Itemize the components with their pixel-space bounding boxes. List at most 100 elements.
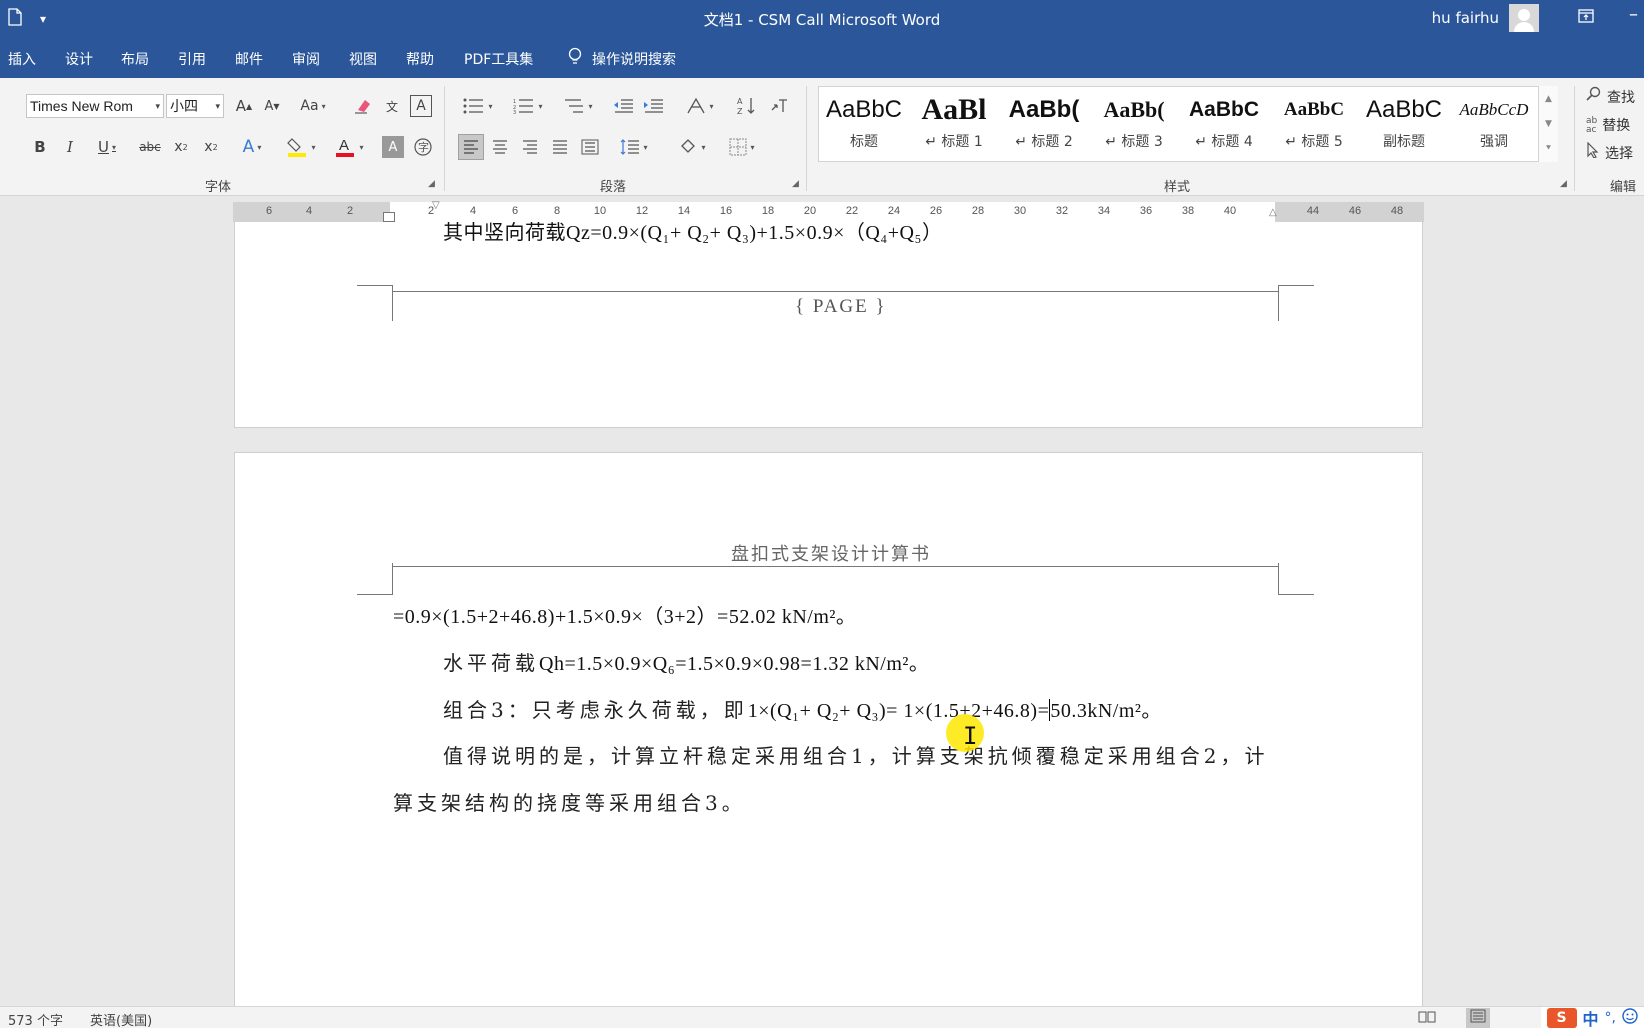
header-title[interactable]: 盘扣式支架设计计算书 [731, 540, 931, 566]
ime-mode[interactable]: 中 [1583, 1006, 1599, 1028]
ime-toolbar[interactable]: S 中 °, [1540, 1006, 1644, 1028]
avatar[interactable] [1509, 4, 1539, 32]
character-border-icon[interactable]: A [410, 95, 432, 117]
style-heading-2[interactable]: AaBb( ↵ 标题 2 [999, 87, 1089, 161]
highlight-color-icon[interactable]: ▾ [282, 136, 320, 158]
language-indicator[interactable]: 英语(美国) [90, 1010, 152, 1028]
decrease-indent-icon[interactable] [612, 95, 634, 117]
first-line-indent-marker[interactable]: ▽ [432, 200, 440, 211]
editing-group: 查找 ab ac 替换 选择 [1586, 84, 1635, 168]
numbering-icon[interactable]: 1 2 3 ▾ [508, 95, 548, 117]
tab-pdf-tools[interactable]: PDF工具集 [464, 49, 533, 69]
phonetic-guide-icon[interactable]: 文 [381, 95, 403, 117]
style-heading-3[interactable]: AaBb( ↵ 标题 3 [1089, 87, 1179, 161]
change-case-icon[interactable]: Aa ▾ [296, 95, 330, 117]
page-number-field[interactable]: { PAGE } [795, 296, 887, 318]
styles-gallery-scroll[interactable]: ▲ ▼ ⯆ [1538, 86, 1558, 162]
multilevel-list-icon[interactable]: ▾ [558, 95, 598, 117]
print-layout-icon[interactable] [1466, 1008, 1490, 1028]
font-name-combo[interactable]: Times New Rom ▾ [26, 94, 164, 118]
align-left-button[interactable] [458, 134, 484, 160]
font-color-icon[interactable]: A ▾ [330, 136, 368, 158]
left-indent-marker[interactable] [383, 212, 395, 222]
bold-button[interactable]: B [30, 136, 50, 158]
document-page[interactable]: 其中竖向荷载Qz=0.9×(Q₁+ Q₂+ Q₃)+1.5×0.9×（Q₄+Q₅… [234, 222, 1423, 428]
clear-formatting-icon[interactable] [352, 95, 374, 117]
text-run: 1×(Q₁+ Q₂+ Q₃)= 1×(1.5+2+46.8)= [747, 700, 1050, 722]
style-title[interactable]: AaBbC 标题 [819, 87, 909, 161]
group-separator [806, 86, 807, 191]
tell-me-search[interactable]: 操作说明搜索 [568, 47, 676, 71]
shading-icon[interactable]: ▾ [672, 136, 712, 158]
tab-layout[interactable]: 布局 [121, 49, 149, 69]
word-count[interactable]: 573 个字 [8, 1010, 63, 1028]
style-emphasis[interactable]: AaBbCcD 强调 [1449, 87, 1539, 161]
user-name[interactable]: hu fairhu [1432, 9, 1499, 27]
body-text-line[interactable]: 值得说明的是，计算立杆稳定采用组合1，计算支架抗倾覆稳定采用组合2，计 [443, 740, 1268, 769]
show-formatting-marks-icon[interactable] [768, 95, 790, 117]
svg-text:A: A [339, 137, 349, 154]
tell-me-label: 操作说明搜索 [592, 52, 676, 68]
body-text-line[interactable]: 水平荷载Qh=1.5×0.9×Q₆=1.5×0.9×0.98=1.32 kN/m… [443, 647, 929, 676]
right-indent-marker[interactable]: △ [1269, 207, 1277, 218]
punctuation-icon[interactable]: °, [1605, 1010, 1616, 1026]
chinese-layout-icon[interactable]: ▾ [680, 95, 720, 117]
style-preview: AaBbC [825, 96, 903, 123]
select-button[interactable]: 选择 [1586, 140, 1635, 168]
underline-button[interactable]: U ▾ [90, 136, 124, 158]
ribbon-display-options-icon[interactable] [1578, 8, 1594, 27]
chevron-up-icon[interactable]: ▲ [1545, 94, 1552, 104]
chevron-down-icon[interactable]: ▼ [1545, 119, 1552, 129]
tab-references[interactable]: 引用 [178, 49, 206, 69]
strikethrough-button[interactable]: abc [138, 136, 162, 158]
crop-mark [357, 285, 393, 286]
increase-indent-icon[interactable] [642, 95, 664, 117]
group-separator [1574, 86, 1575, 191]
text-effects-icon[interactable]: A ▾ [236, 136, 268, 158]
tab-mailings[interactable]: 邮件 [235, 49, 263, 69]
tab-insert[interactable]: 插入 [8, 49, 36, 69]
emoji-icon[interactable] [1622, 1008, 1638, 1028]
find-button[interactable]: 查找 [1586, 84, 1635, 112]
italic-button[interactable]: I [60, 136, 80, 158]
enclose-characters-icon[interactable]: 字 [412, 136, 434, 158]
replace-button[interactable]: ab ac 替换 [1586, 112, 1635, 140]
tab-view[interactable]: 视图 [349, 49, 377, 69]
style-subtitle[interactable]: AaBbC 副标题 [1359, 87, 1449, 161]
more-styles-icon[interactable]: ⯆ [1545, 144, 1552, 154]
body-text-line[interactable]: =0.9×(1.5+2+46.8)+1.5×0.9×（3+2）=52.02 kN… [393, 600, 856, 629]
subscript-button[interactable]: x2 [170, 136, 192, 158]
align-center-button[interactable] [489, 136, 511, 158]
paragraph-dialog-launcher-icon[interactable]: ◢ [792, 179, 799, 189]
font-dialog-launcher-icon[interactable]: ◢ [428, 179, 435, 189]
body-text-line[interactable]: 其中竖向荷载Qz=0.9×(Q₁+ Q₂+ Q₃)+1.5×0.9×（Q₄+Q₅… [443, 216, 942, 245]
styles-dialog-launcher-icon[interactable]: ◢ [1560, 179, 1567, 189]
grow-font-icon[interactable]: A ▲ [234, 95, 254, 117]
body-text-line[interactable]: 算支架结构的挠度等采用组合3。 [393, 787, 746, 816]
body-text-line[interactable]: 组合3：只考虑永久荷载，即1×(Q₁+ Q₂+ Q₃)= 1×(1.5+2+46… [443, 694, 1162, 723]
tab-help[interactable]: 帮助 [406, 49, 434, 69]
character-shading-icon[interactable]: A [382, 136, 404, 158]
tab-design[interactable]: 设计 [65, 49, 93, 69]
read-mode-icon[interactable] [1418, 1010, 1436, 1028]
style-heading-4[interactable]: AaBbC ↵ 标题 4 [1179, 87, 1269, 161]
group-separator [444, 86, 445, 191]
justify-button[interactable] [549, 136, 571, 158]
sort-icon[interactable]: AZ [736, 95, 758, 117]
text-run: 水平荷载 [443, 651, 539, 675]
borders-icon[interactable]: ▾ [722, 136, 762, 158]
minimize-button[interactable]: – [1629, 4, 1638, 25]
style-heading-1[interactable]: AaBl ↵ 标题 1 [909, 87, 999, 161]
align-right-button[interactable] [519, 136, 541, 158]
font-size-combo[interactable]: 小四 ▾ [166, 94, 224, 118]
bullets-icon[interactable]: ▾ [458, 95, 498, 117]
line-spacing-icon[interactable]: ▾ [614, 136, 654, 158]
ruler-label: 48 [1390, 205, 1404, 217]
superscript-button[interactable]: x2 [200, 136, 222, 158]
style-name: ↵ 标题 2 [1015, 134, 1073, 150]
style-heading-5[interactable]: AaBbC ↵ 标题 5 [1269, 87, 1359, 161]
tab-review[interactable]: 审阅 [292, 49, 320, 69]
shrink-font-icon[interactable]: A ▼ [262, 95, 282, 117]
document-page[interactable]: 盘扣式支架设计计算书 =0.9×(1.5+2+46.8)+1.5×0.9×（3+… [234, 452, 1423, 1012]
distributed-button[interactable] [579, 136, 601, 158]
